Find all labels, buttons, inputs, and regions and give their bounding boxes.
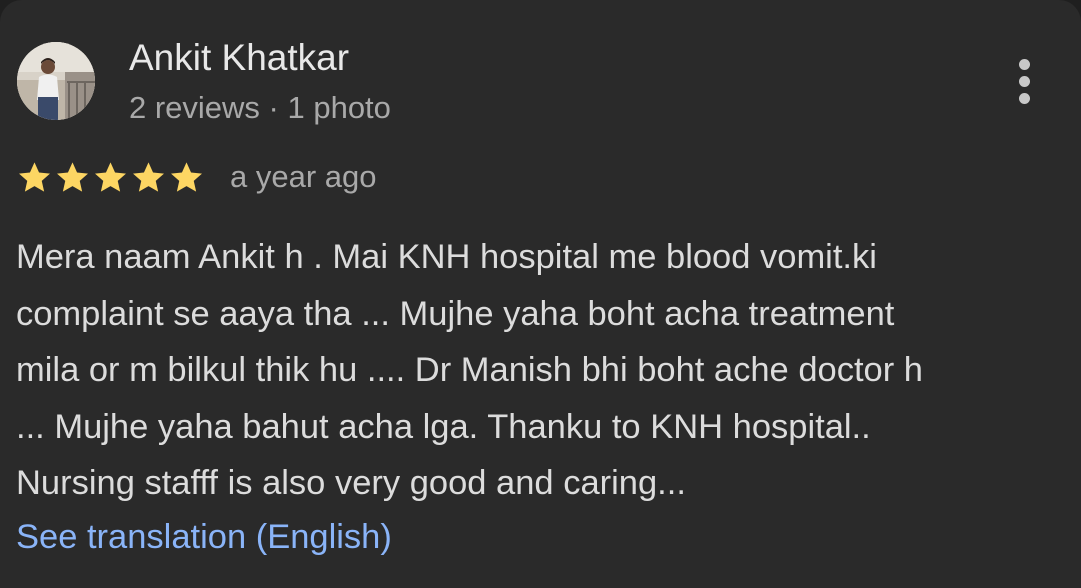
star-icon [133,161,164,192]
see-translation-link[interactable]: See translation (English) [16,511,392,563]
review-text: Mera naam Ankit h . Mai KNH hospital me … [16,229,1066,512]
review-text-line: complaint se aaya tha ... Mujhe yaha boh… [16,294,895,333]
profile-photo-icon [17,42,95,120]
star-icon [95,161,126,192]
review-text-line: ... Mujhe yaha bahut acha lga. Thanku to… [16,407,871,446]
review-text-line: Mera naam Ankit h . Mai KNH hospital me … [16,238,877,276]
author-name[interactable]: Ankit Khatkar [129,36,349,80]
author-review-count: 2 reviews · 1 photo [129,90,391,125]
author-avatar[interactable] [17,42,95,120]
review-date: a year ago [230,159,377,194]
more-options-button[interactable] [1000,52,1048,110]
star-icon [171,161,202,192]
review-card: Ankit Khatkar 2 reviews · 1 photo a year… [0,0,1081,588]
star-rating [16,159,205,196]
review-text-line: mila or m bilkul thik hu .... Dr Manish … [16,351,923,389]
review-text-line: Nursing stafff is also very good and car… [16,464,686,502]
star-icon [19,161,50,192]
more-vertical-icon [1018,58,1030,70]
rating-row: a year ago [16,154,377,200]
star-icon [57,161,88,192]
